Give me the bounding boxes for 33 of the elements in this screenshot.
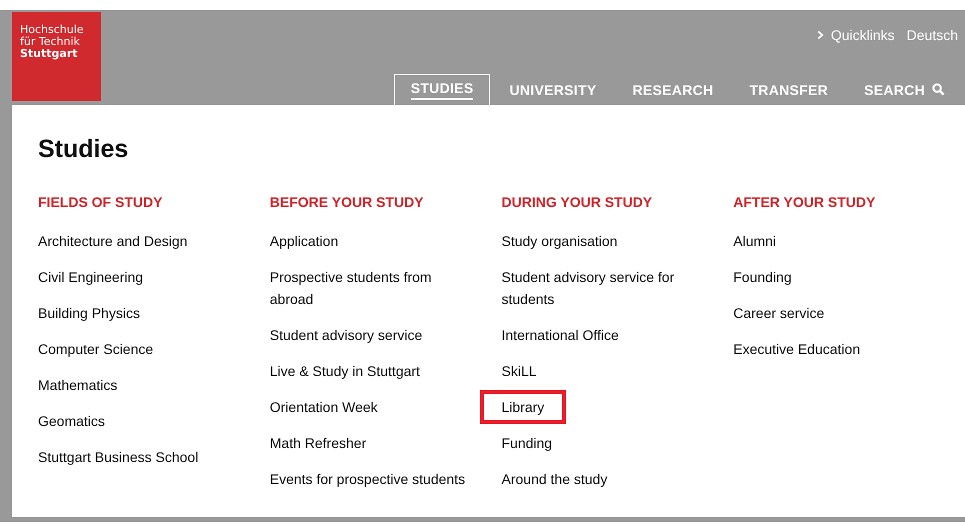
chevron-icon <box>816 30 824 40</box>
menu-link[interactable]: Events for prospective students <box>266 464 470 494</box>
menu-link[interactable]: Student advisory service for students <box>498 262 706 314</box>
menu-link[interactable]: Building Physics <box>34 298 144 328</box>
menu-link[interactable]: Computer Science <box>34 334 158 364</box>
menu-link[interactable]: SkiLL <box>498 356 541 386</box>
menu-link[interactable]: Architecture and Design <box>34 226 192 256</box>
menu-link[interactable]: Live & Study in Stuttgart <box>266 356 424 386</box>
menu-link[interactable]: Mathematics <box>34 370 122 400</box>
menu-title: Studies <box>38 135 130 164</box>
menu-link[interactable]: Math Refresher <box>266 428 370 458</box>
logo[interactable]: Hochschule für Technik Stuttgart <box>12 12 101 101</box>
menu-link[interactable]: Student advisory service <box>266 320 426 350</box>
menu-link[interactable]: International Office <box>498 320 623 350</box>
menu-link[interactable]: Study organisation <box>498 226 622 256</box>
menu-link[interactable]: Funding <box>498 428 556 458</box>
menu-link[interactable]: Library <box>480 390 566 424</box>
menu-link[interactable]: Founding <box>729 262 796 292</box>
column-heading: DURING YOUR STUDY <box>502 194 654 210</box>
search-icon <box>932 83 945 96</box>
menu-link[interactable]: Civil Engineering <box>34 262 148 292</box>
menu-link[interactable]: Executive Education <box>729 334 864 364</box>
menu-link[interactable]: Stuttgart Business School <box>34 442 202 472</box>
menu-link[interactable]: Alumni <box>729 226 780 256</box>
column-heading: AFTER YOUR STUDY <box>733 194 876 210</box>
menu-link[interactable]: Prospective students from abroad <box>266 262 474 314</box>
menu-link[interactable]: Around the study <box>498 464 612 494</box>
column-heading: FIELDS OF STUDY <box>38 194 164 210</box>
menu-link[interactable]: Orientation Week <box>266 392 382 422</box>
menu-link[interactable]: Career service <box>729 298 828 328</box>
menu-link[interactable]: Application <box>266 226 342 256</box>
menu-link[interactable]: Geomatics <box>34 406 109 436</box>
column-heading: BEFORE YOUR STUDY <box>270 194 425 210</box>
